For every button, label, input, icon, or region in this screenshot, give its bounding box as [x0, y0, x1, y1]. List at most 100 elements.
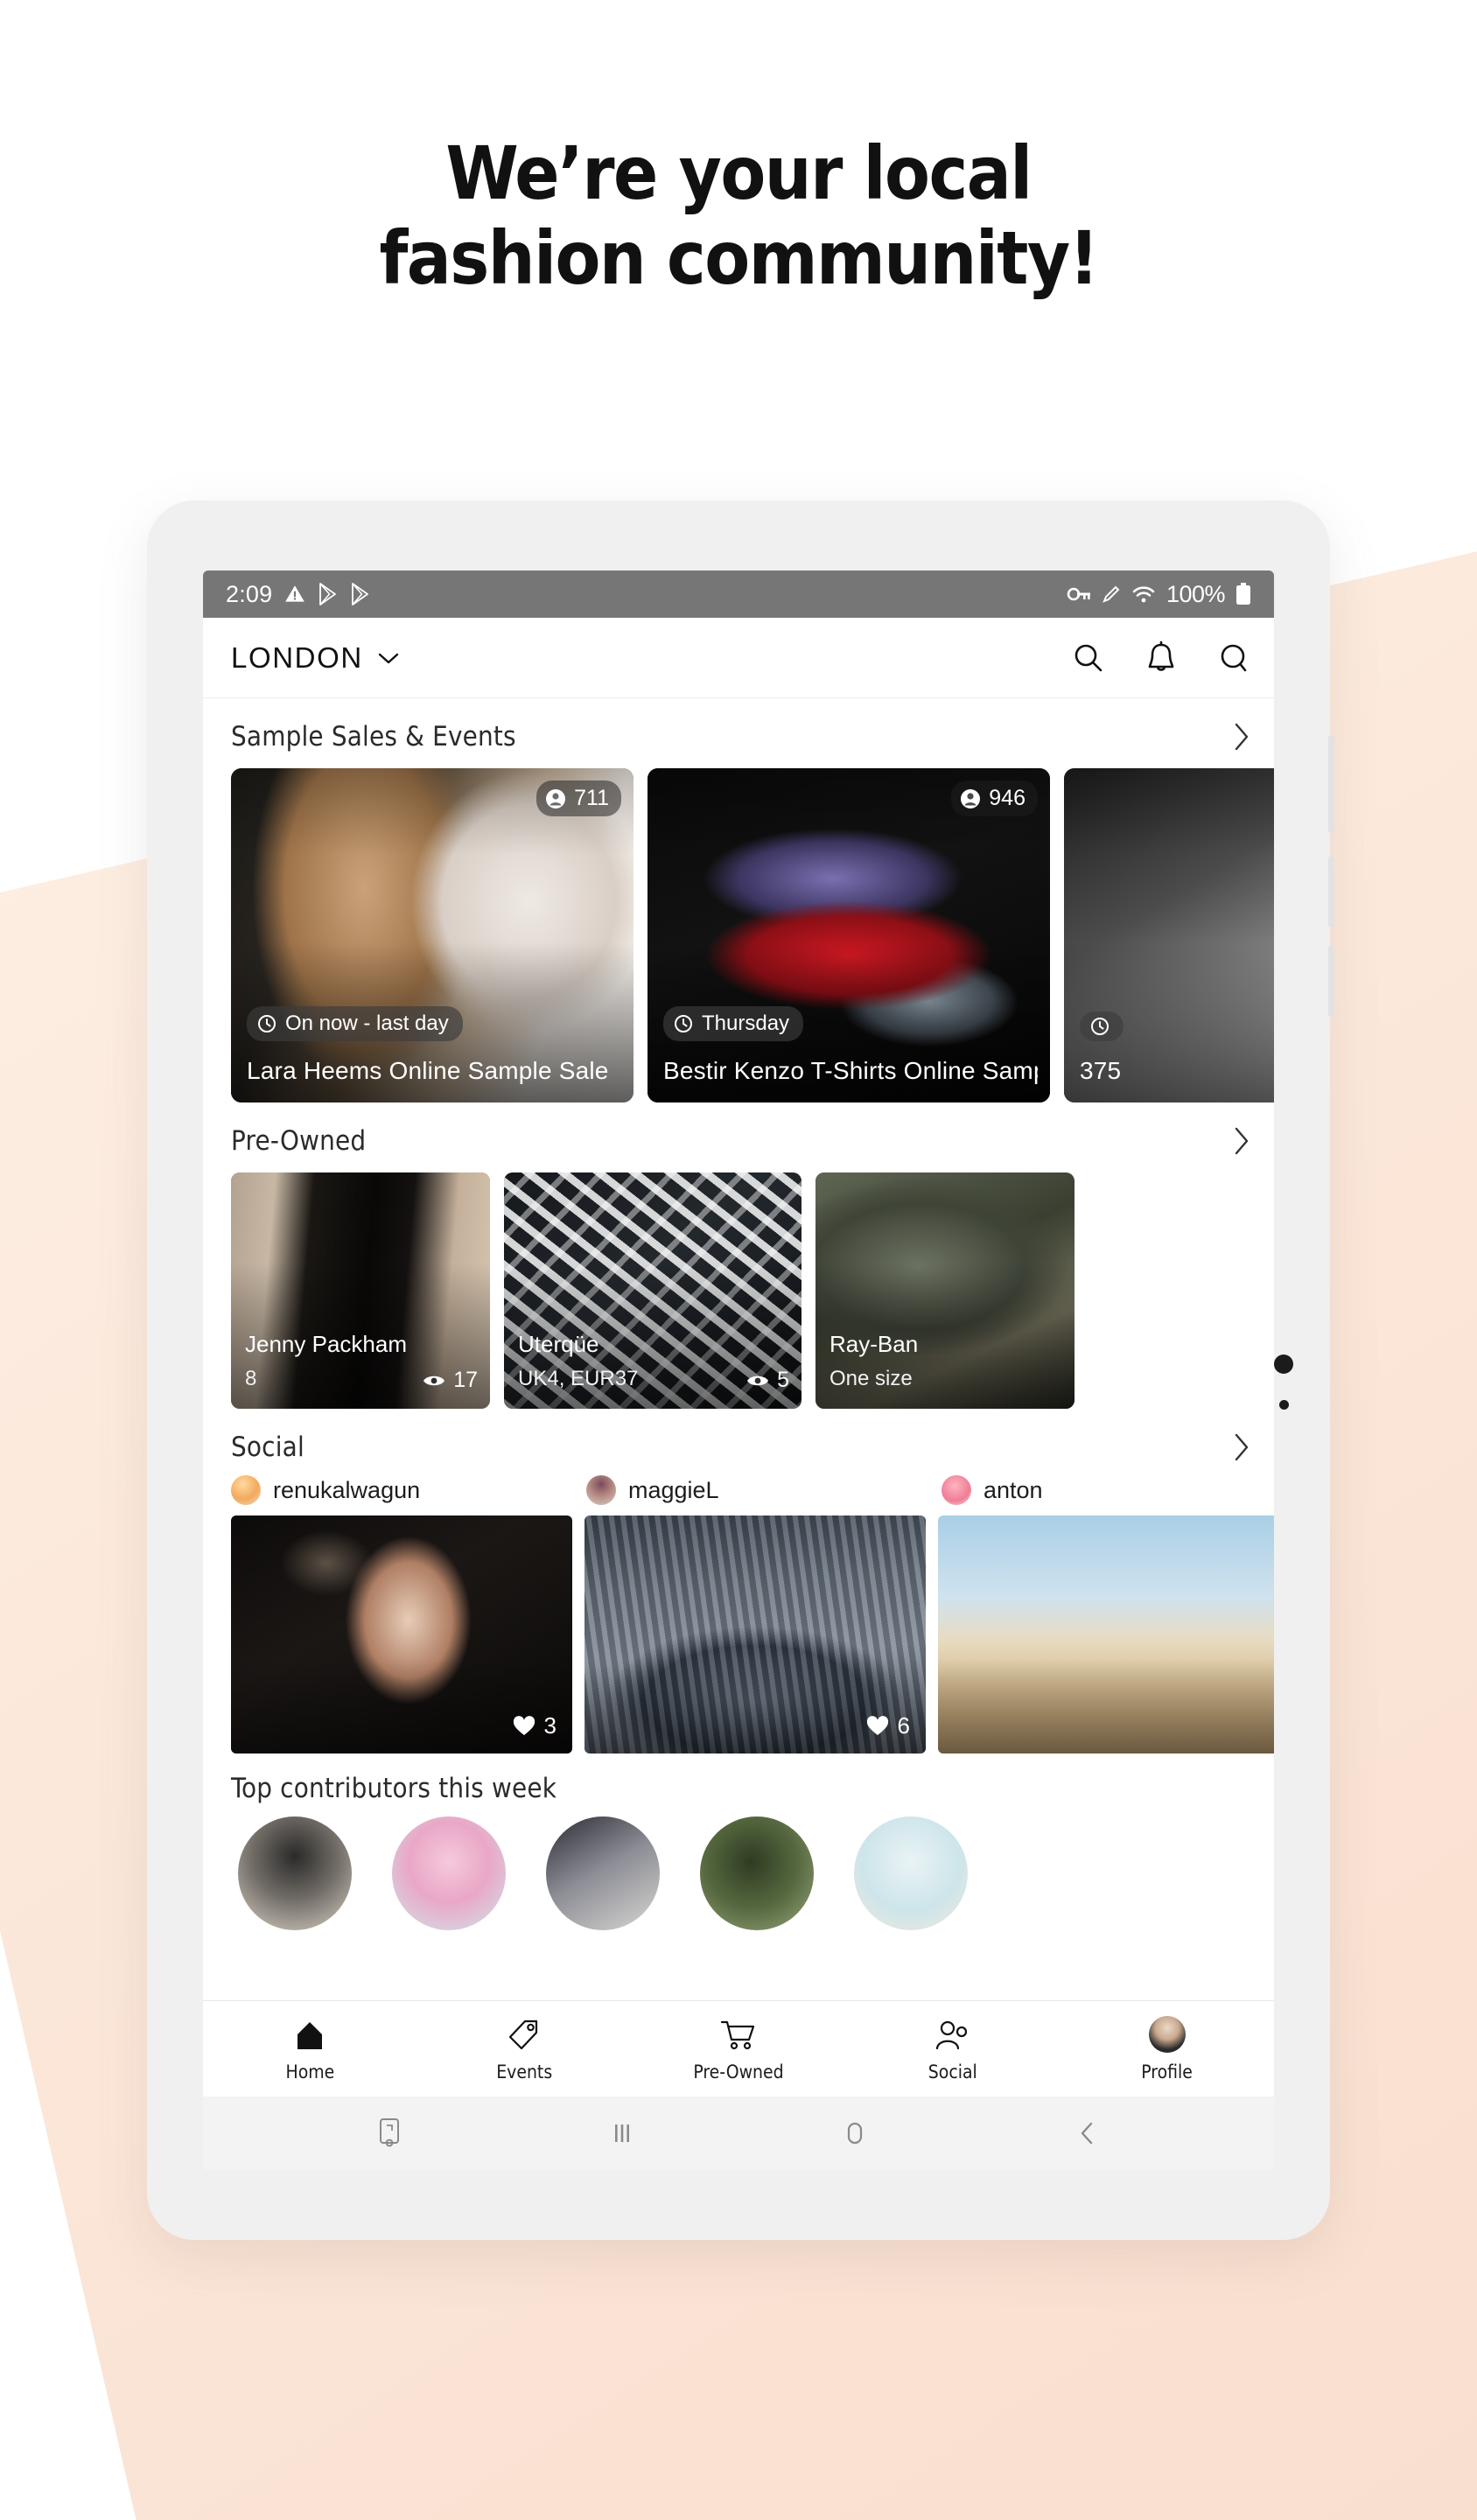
tag-icon — [507, 2016, 542, 2053]
chat-bubble-icon[interactable] — [1216, 640, 1251, 676]
carousel-page-indicator[interactable] — [1274, 1354, 1293, 1410]
event-time-label: On now - last day — [285, 1012, 449, 1035]
clock-icon — [1090, 1017, 1110, 1036]
preowned-card[interactable]: Jenny Packham 8 17 — [231, 1172, 490, 1409]
social-like-count: 3 — [543, 1712, 556, 1739]
people-icon — [934, 2016, 971, 2053]
tab-home[interactable]: Home — [203, 2016, 417, 2082]
social-carousel[interactable]: 3 6 — [203, 1516, 1274, 1754]
attendee-count: 946 — [989, 786, 1026, 810]
tab-profile[interactable]: Profile — [1060, 2015, 1274, 2082]
device-volume-button[interactable] — [1328, 735, 1334, 833]
event-title: Bestir Kenzo T-Shirts Online Sample Sale — [663, 1057, 1038, 1084]
contributor-avatar[interactable] — [854, 1816, 968, 1930]
event-card[interactable]: 946 Thursday Bestir Kenzo T-Shirts Onlin… — [648, 768, 1050, 1102]
screenshot-icon[interactable] — [374, 2117, 404, 2150]
section-title-contributors: Top contributors this week — [231, 1773, 557, 1804]
preowned-views: 17 — [423, 1368, 478, 1393]
section-header-contributors: Top contributors this week — [203, 1754, 1274, 1811]
page-dot[interactable] — [1278, 1400, 1289, 1410]
home-icon[interactable] — [840, 2117, 870, 2150]
social-post-likes[interactable]: 3 — [513, 1712, 556, 1740]
preowned-size: 8 — [245, 1367, 257, 1390]
event-time-label: Thursday — [702, 1012, 790, 1035]
tablet-device-frame: 2:09 100% LONDON Sample Sales & Events 7… — [147, 500, 1334, 2240]
contributors-carousel[interactable] — [203, 1811, 1274, 1930]
social-like-count: 6 — [897, 1712, 910, 1739]
heart-icon — [513, 1715, 536, 1737]
heart-icon — [866, 1715, 889, 1737]
event-card[interactable]: 375 — [1064, 768, 1274, 1102]
city-selector[interactable]: LONDON — [231, 641, 400, 675]
device-screen: 2:09 100% LONDON Sample Sales & Events 7… — [203, 570, 1274, 2170]
bottom-tab-bar: Home Events Pre-Owned Social Profile — [203, 2000, 1274, 2096]
warning-triangle-icon — [284, 583, 306, 606]
section-header-events[interactable]: Sample Sales & Events — [203, 698, 1274, 768]
social-post-card[interactable]: 3 — [231, 1516, 572, 1754]
wifi-icon — [1131, 584, 1156, 604]
android-status-bar: 2:09 100% — [203, 570, 1274, 618]
page-dot-active[interactable] — [1274, 1354, 1293, 1374]
section-title-events: Sample Sales & Events — [231, 721, 516, 752]
battery-percentage: 100% — [1166, 580, 1226, 607]
event-title: 375 — [1080, 1057, 1122, 1084]
preowned-views: 5 — [746, 1368, 789, 1393]
clock-icon — [257, 1014, 276, 1033]
contributor-avatar[interactable] — [700, 1816, 814, 1930]
attendee-badge: 711 — [536, 780, 621, 816]
preowned-size: UK4, EUR37 — [518, 1367, 639, 1390]
chevron-right-icon[interactable] — [1232, 722, 1251, 752]
person-icon — [545, 788, 566, 809]
social-post-card[interactable]: 6 — [584, 1516, 926, 1754]
back-icon[interactable] — [1073, 2117, 1102, 2150]
tab-social[interactable]: Social — [845, 2016, 1060, 2082]
image-overlay — [648, 768, 1050, 1102]
key-icon — [1067, 584, 1091, 604]
device-button-b[interactable] — [1328, 856, 1334, 928]
preowned-view-count: 5 — [777, 1368, 789, 1392]
tab-label-preowned: Pre-Owned — [693, 2061, 784, 2082]
event-time-badge: On now - last day — [247, 1006, 463, 1041]
social-post-card[interactable] — [938, 1516, 1274, 1754]
hero-line-1: We’re your local — [445, 130, 1032, 216]
social-user[interactable]: anton — [942, 1475, 1043, 1505]
avatar — [586, 1475, 616, 1505]
eye-icon — [423, 1373, 445, 1389]
tab-label-events: Events — [496, 2061, 553, 2082]
tab-label-profile: Profile — [1141, 2061, 1193, 2082]
tab-preowned[interactable]: Pre-Owned — [632, 2016, 846, 2082]
device-button-c[interactable] — [1328, 945, 1334, 1017]
hero-headline: We’re your local fashion community! — [0, 130, 1477, 302]
preowned-view-count: 17 — [453, 1368, 478, 1392]
social-user-row: renukalwagun maggieL anton — [203, 1468, 1274, 1516]
play-store-icon — [318, 583, 339, 606]
tab-events[interactable]: Events — [417, 2016, 632, 2082]
section-header-preowned[interactable]: Pre-Owned — [203, 1102, 1274, 1172]
chevron-right-icon[interactable] — [1232, 1126, 1251, 1156]
chevron-down-icon — [377, 651, 400, 665]
search-icon[interactable] — [1071, 640, 1106, 676]
social-post-likes[interactable]: 6 — [866, 1712, 910, 1740]
contributor-avatar[interactable] — [546, 1816, 660, 1930]
section-header-social[interactable]: Social — [203, 1409, 1274, 1468]
shopping-cart-icon — [720, 2016, 757, 2053]
android-nav-bar — [203, 2096, 1274, 2170]
preowned-brand: Ray-Ban — [830, 1331, 919, 1357]
bell-icon[interactable] — [1144, 640, 1178, 676]
play-store-icon — [350, 583, 371, 606]
image-overlay — [1064, 768, 1274, 1102]
tab-label-home: Home — [285, 2061, 335, 2082]
event-time-badge — [1080, 1012, 1124, 1041]
preowned-card[interactable]: Ray-Ban One size — [816, 1172, 1074, 1409]
social-user[interactable]: renukalwagun — [231, 1475, 572, 1505]
recents-icon[interactable] — [607, 2117, 637, 2150]
preowned-brand: Jenny Packham — [245, 1331, 407, 1357]
contributor-avatar[interactable] — [392, 1816, 506, 1930]
events-carousel[interactable]: 711 On now - last day Lara Heems Online … — [203, 768, 1274, 1102]
preowned-carousel[interactable]: Jenny Packham 8 17 Uterqüe UK4, EUR37 5 … — [203, 1172, 1274, 1409]
social-user[interactable]: maggieL — [586, 1475, 928, 1505]
preowned-card[interactable]: Uterqüe UK4, EUR37 5 — [504, 1172, 802, 1409]
event-card[interactable]: 711 On now - last day Lara Heems Online … — [231, 768, 634, 1102]
contributor-avatar[interactable] — [238, 1816, 352, 1930]
chevron-right-icon[interactable] — [1232, 1432, 1251, 1462]
